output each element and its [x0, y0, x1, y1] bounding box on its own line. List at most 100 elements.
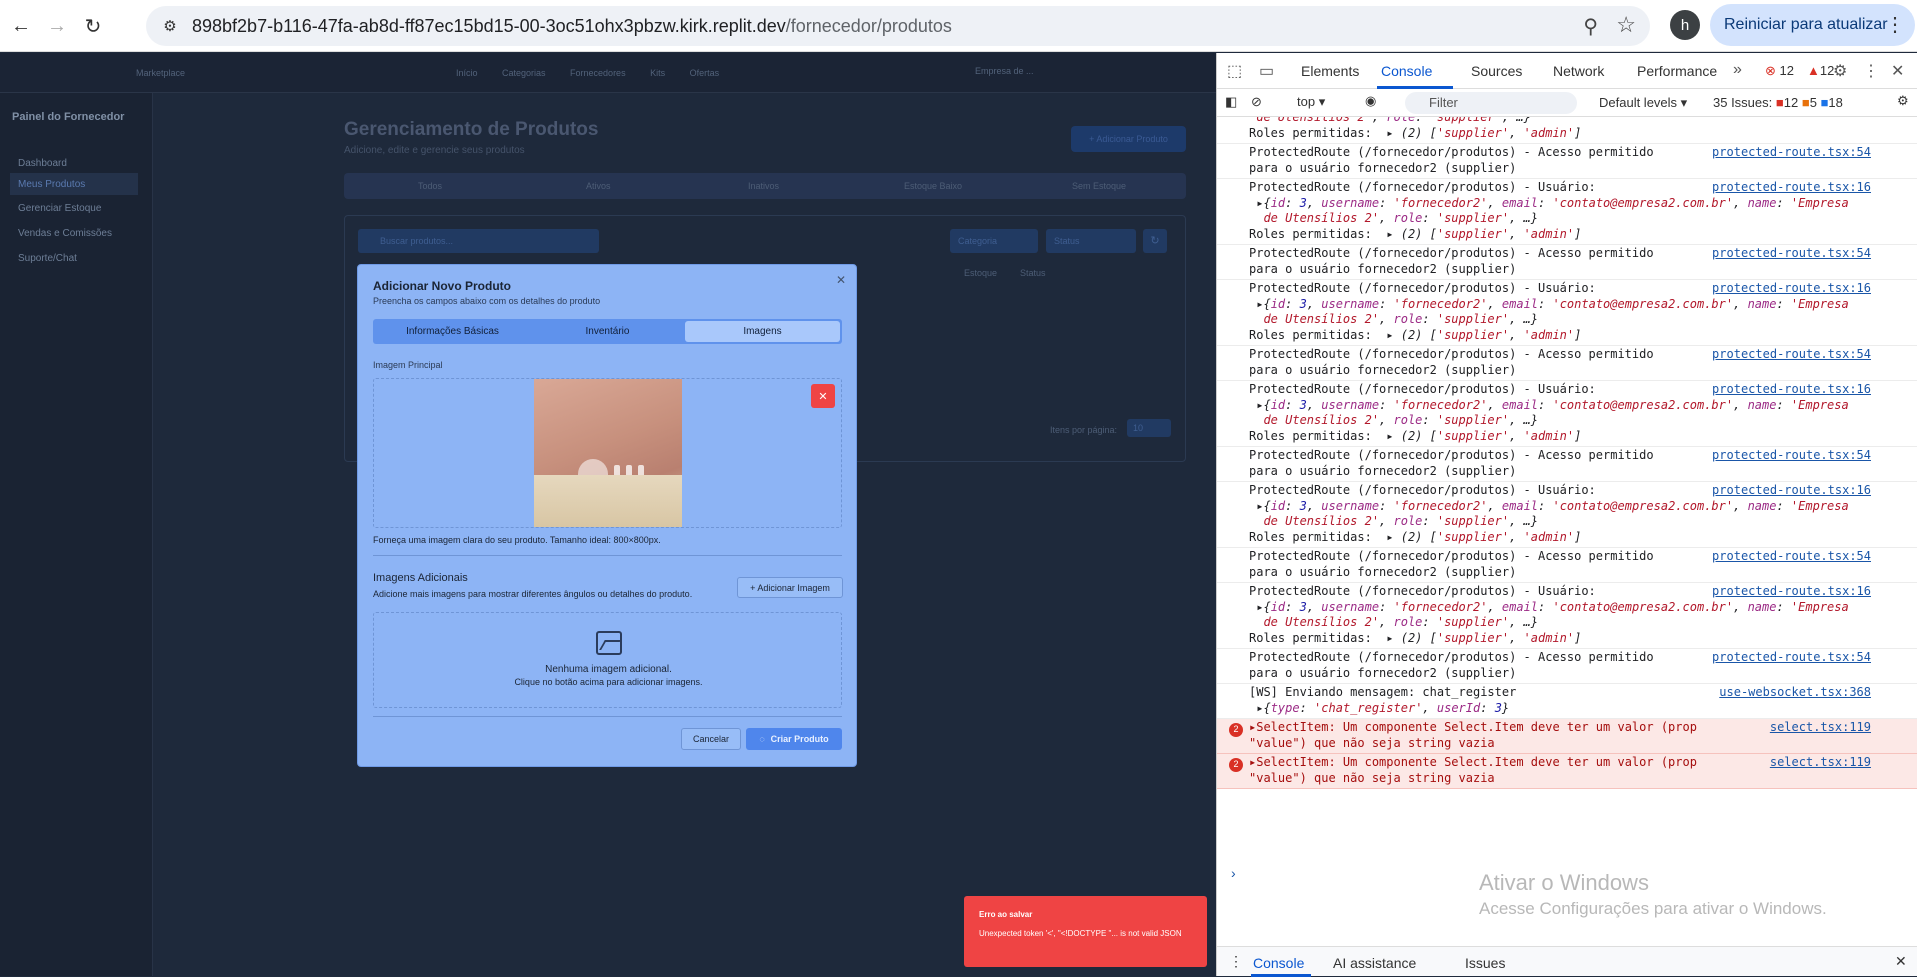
back-icon[interactable]: ← — [6, 11, 36, 41]
log-entry: ProtectedRoute (/fornecedor/produtos) - … — [1217, 447, 1917, 482]
profile-avatar[interactable]: h — [1670, 10, 1700, 40]
add-product-dialog: ✕ Adicionar Novo Produto Preencha os cam… — [357, 264, 857, 767]
source-link[interactable]: protected-route.tsx:16 — [1712, 281, 1871, 297]
console-output: de Utensílios 2', role: 'supplier', …} R… — [1217, 117, 1917, 907]
forward-icon[interactable]: → — [42, 11, 72, 41]
site-info-icon[interactable]: ⚙ — [160, 16, 180, 36]
tab-images[interactable]: Imagens — [685, 321, 840, 342]
divider — [373, 716, 842, 717]
error-entry: 2 ▸SelectItem: Um componente Select.Item … — [1217, 754, 1917, 789]
source-link[interactable]: protected-route.tsx:16 — [1712, 382, 1871, 398]
create-product-button[interactable]: ◌ Criar Produto — [746, 728, 842, 750]
main-image-dropzone[interactable] — [373, 378, 842, 528]
app-nav-links[interactable]: Início Categorias Fornecedores Kits Ofer… — [456, 68, 719, 78]
tab-inactive[interactable]: Inativos — [748, 181, 779, 191]
tab-all[interactable]: Todos — [418, 181, 442, 191]
reload-icon[interactable]: ↻ — [78, 11, 108, 41]
error-count-badge: 2 — [1229, 723, 1243, 737]
error-count-badge: 2 — [1229, 758, 1243, 772]
sidebar-item-dashboard[interactable]: Dashboard — [18, 158, 67, 169]
sidebar-item-sales[interactable]: Vendas e Comissões — [18, 228, 112, 239]
tab-active[interactable]: Ativos — [586, 181, 611, 191]
error-badge[interactable]: ⊗ 12 — [1765, 63, 1794, 79]
drawer-tab-ai[interactable]: AI assistance — [1333, 955, 1416, 971]
tab-basic-info[interactable]: Informações Básicas — [375, 321, 530, 342]
tab-low-stock[interactable]: Estoque Baixo — [904, 181, 962, 191]
company-menu[interactable]: Empresa de ... — [975, 66, 1034, 76]
windows-watermark-subtitle: Acesse Configurações para ativar o Windo… — [1479, 899, 1827, 918]
context-select[interactable]: top ▾ — [1297, 94, 1325, 110]
log-entry: ProtectedRoute (/fornecedor/produtos) - … — [1217, 583, 1917, 649]
tab-network[interactable]: Network — [1553, 63, 1604, 79]
console-prompt-icon[interactable]: › — [1231, 865, 1236, 881]
sidebar-item-stock[interactable]: Gerenciar Estoque — [18, 203, 101, 214]
source-link[interactable]: protected-route.tsx:54 — [1712, 246, 1871, 262]
source-link[interactable]: protected-route.tsx:16 — [1712, 483, 1871, 499]
cancel-button[interactable]: Cancelar — [681, 728, 741, 750]
tab-console[interactable]: Console — [1381, 63, 1432, 79]
source-link[interactable]: select.tsx:119 — [1770, 720, 1871, 736]
category-select[interactable]: Categoria — [950, 229, 1038, 253]
divider — [373, 555, 842, 556]
toast-message: Unexpected token '<', "<!DOCTYPE "... is… — [979, 929, 1182, 938]
app-logo[interactable]: Marketplace — [136, 68, 185, 78]
search-input[interactable]: Buscar produtos... — [358, 229, 599, 253]
zoom-icon[interactable]: ⚲ — [1583, 14, 1598, 39]
add-product-button[interactable]: + Adicionar Produto — [1071, 126, 1186, 152]
settings-icon[interactable]: ⚙ — [1833, 61, 1847, 81]
sidebar-item-products[interactable]: Meus Produtos — [10, 173, 138, 195]
sidebar-toggle-icon[interactable]: ◧ — [1225, 94, 1237, 110]
source-link[interactable]: protected-route.tsx:16 — [1712, 180, 1871, 196]
remove-image-button[interactable]: ✕ — [811, 384, 835, 408]
tab-sources[interactable]: Sources — [1471, 63, 1522, 79]
log-entry: [WS] Enviando mensagem: chat_register ▸{… — [1217, 684, 1917, 719]
drawer-tab-issues[interactable]: Issues — [1465, 955, 1505, 971]
source-link[interactable]: protected-route.tsx:54 — [1712, 145, 1871, 161]
source-link[interactable]: protected-route.tsx:16 — [1712, 584, 1871, 600]
levels-select[interactable]: Default levels ▾ — [1599, 95, 1687, 111]
source-link[interactable]: use-websocket.tsx:368 — [1719, 685, 1871, 701]
per-page-select[interactable]: 10 — [1127, 419, 1171, 437]
source-link[interactable]: protected-route.tsx:54 — [1712, 650, 1871, 666]
more-options-icon[interactable]: ⋮ — [1863, 61, 1879, 81]
log-entry: ProtectedRoute (/fornecedor/produtos) - … — [1217, 280, 1917, 346]
add-image-button[interactable]: + Adicionar Imagem — [737, 577, 843, 598]
source-link[interactable]: select.tsx:119 — [1770, 755, 1871, 771]
update-button[interactable]: Reiniciar para atualizar ⋮ — [1710, 4, 1915, 46]
tab-no-stock[interactable]: Sem Estoque — [1072, 181, 1126, 191]
no-images-hint: Clique no botão acima para adicionar ima… — [514, 677, 703, 687]
browser-toolbar: ← → ↻ ⚙ 898bf2b7-b116-47fa-ab8d-ff87ec15… — [0, 0, 1917, 52]
clear-console-icon[interactable]: ⊘ — [1251, 94, 1262, 110]
eye-icon[interactable]: ◉ — [1365, 93, 1376, 109]
warning-badge[interactable]: ▲12 — [1807, 63, 1834, 78]
log-entry: ProtectedRoute (/fornecedor/produtos) - … — [1217, 346, 1917, 381]
console-filter-input[interactable]: Filter — [1405, 92, 1577, 114]
error-toast[interactable]: Erro ao salvar Unexpected token '<', "<!… — [964, 896, 1207, 967]
tab-performance[interactable]: Performance — [1637, 63, 1717, 79]
issues-summary[interactable]: 35 Issues: ■12 ■5 ■18 — [1713, 95, 1843, 110]
source-link[interactable]: protected-route.tsx:54 — [1712, 549, 1871, 565]
more-tabs-icon[interactable]: » — [1733, 61, 1742, 79]
more-menu-icon[interactable]: ⋮ — [1885, 12, 1905, 37]
sidebar-item-support[interactable]: Suporte/Chat — [18, 253, 77, 264]
refresh-icon[interactable]: ↻ — [1143, 229, 1167, 253]
tab-inventory[interactable]: Inventário — [530, 321, 685, 342]
tab-elements[interactable]: Elements — [1301, 63, 1359, 79]
status-select[interactable]: Status — [1046, 229, 1136, 253]
log-entry: de Utensílios 2', role: 'supplier', …} R… — [1217, 117, 1917, 144]
inspect-icon[interactable]: ⬚ — [1227, 61, 1242, 81]
address-bar[interactable]: ⚙ 898bf2b7-b116-47fa-ab8d-ff87ec15bd15-0… — [146, 6, 1650, 46]
device-toolbar-icon[interactable]: ▭ — [1259, 61, 1274, 81]
drawer-tab-console[interactable]: Console — [1253, 955, 1304, 971]
drawer-menu-icon[interactable]: ⋮ — [1229, 953, 1243, 970]
close-icon[interactable]: ✕ — [836, 273, 846, 287]
sidebar: Painel do Fornecedor Dashboard Meus Prod… — [0, 93, 153, 976]
close-drawer-icon[interactable]: ✕ — [1895, 953, 1907, 970]
log-entry: ProtectedRoute (/fornecedor/produtos) - … — [1217, 381, 1917, 447]
url-text[interactable]: 898bf2b7-b116-47fa-ab8d-ff87ec15bd15-00-… — [192, 16, 952, 37]
bookmark-star-icon[interactable]: ☆ — [1616, 12, 1636, 38]
close-devtools-icon[interactable]: ✕ — [1891, 61, 1904, 81]
source-link[interactable]: protected-route.tsx:54 — [1712, 347, 1871, 363]
console-settings-icon[interactable]: ⚙ — [1897, 93, 1909, 109]
source-link[interactable]: protected-route.tsx:54 — [1712, 448, 1871, 464]
